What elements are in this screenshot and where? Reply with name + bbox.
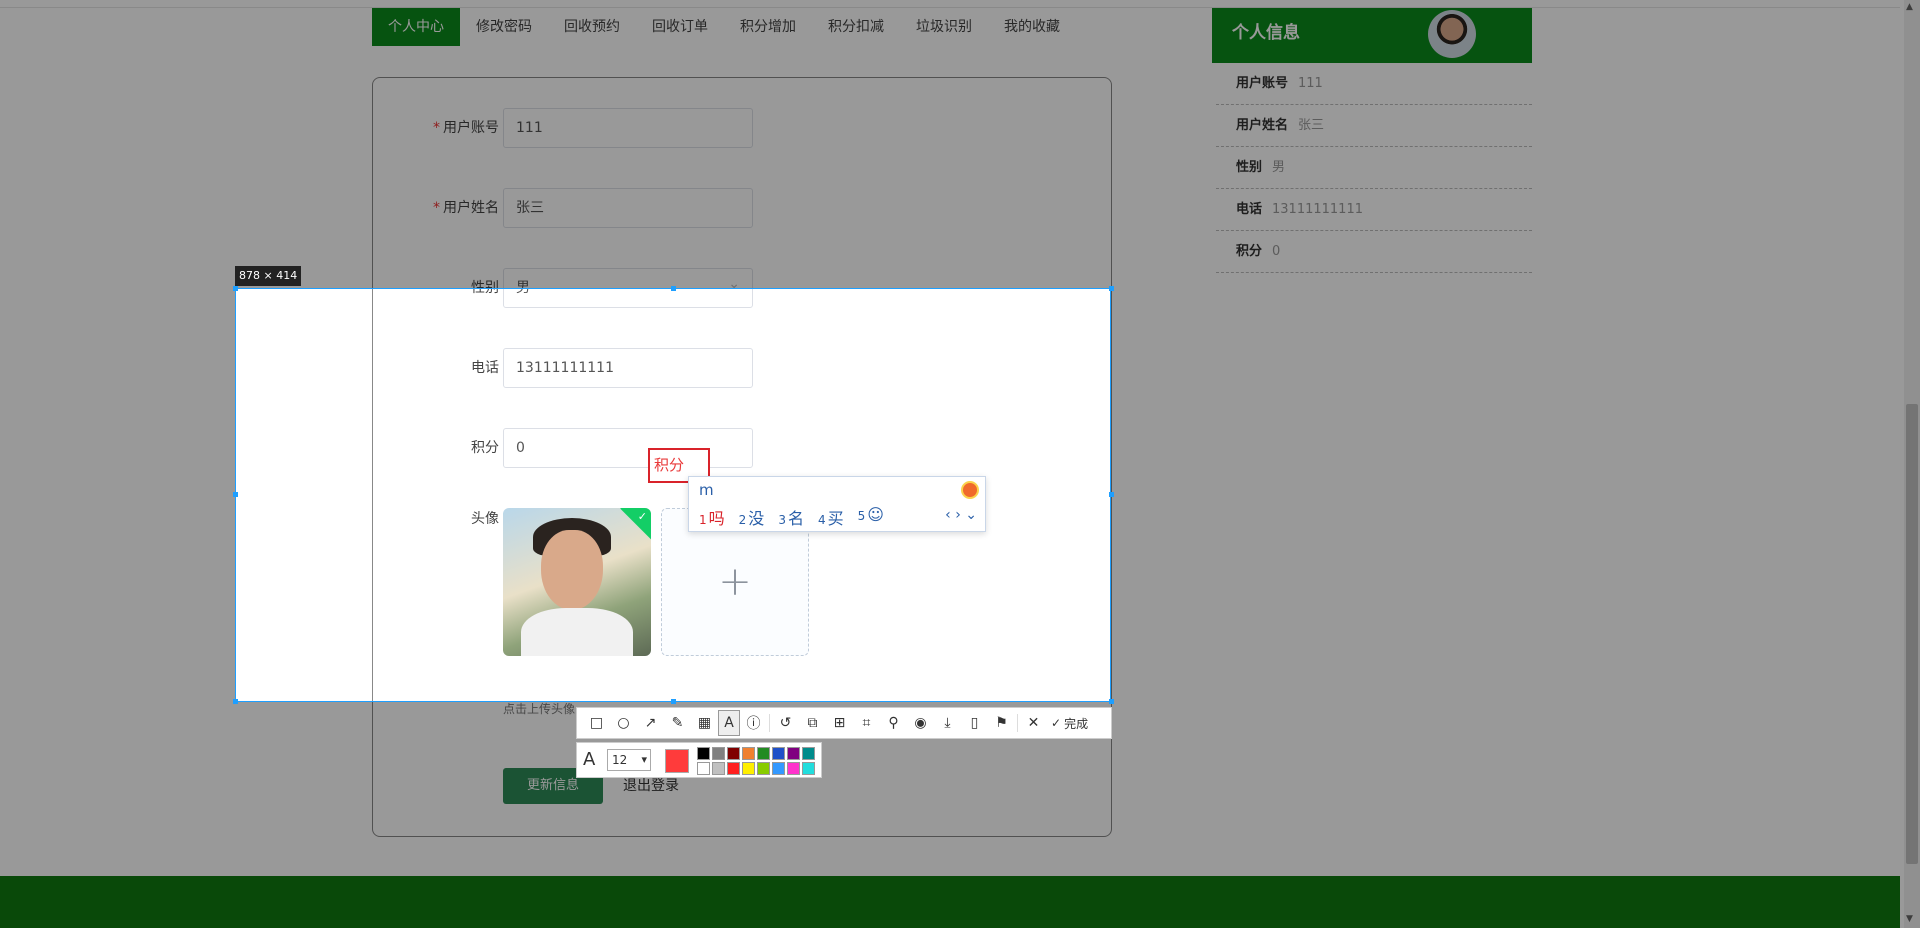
- nav-personal-center[interactable]: 个人中心: [372, 8, 460, 46]
- check-icon: ✓: [1051, 716, 1062, 730]
- color-palette: [697, 747, 815, 775]
- color-swatch[interactable]: [772, 747, 785, 760]
- nav-my-favorites[interactable]: 我的收藏: [988, 8, 1076, 46]
- ocr-tool-icon[interactable]: ⧉: [799, 710, 826, 736]
- nav-recycle-appointment[interactable]: 回收预约: [548, 8, 636, 46]
- pen-tool-icon[interactable]: ✎: [664, 710, 691, 736]
- color-swatch[interactable]: [772, 762, 785, 775]
- personal-info-panel: 个人信息 用户账号 111 用户姓名 张三 性别男 电话 13111111111 积分…: [1212, 8, 1532, 273]
- translate-tool-icon[interactable]: ⊞: [826, 710, 853, 736]
- ime-logo-icon[interactable]: [961, 481, 979, 499]
- nav-points-deduct[interactable]: 积分扣减: [812, 8, 900, 46]
- selection-size-label: 878 × 414: [235, 266, 302, 286]
- color-swatch[interactable]: [742, 747, 755, 760]
- ime-composition: m: [699, 481, 714, 499]
- name-input[interactable]: 张三: [503, 188, 753, 228]
- color-swatch[interactable]: [787, 747, 800, 760]
- account-row: * 用户账号 111: [373, 108, 1113, 148]
- color-swatch[interactable]: [802, 747, 815, 760]
- resize-handle-n[interactable]: [671, 286, 676, 291]
- scroll-down-icon[interactable]: ▼: [1906, 914, 1913, 924]
- ime-candidate[interactable]: 4买: [818, 505, 844, 529]
- resize-handle-e[interactable]: [1109, 492, 1114, 497]
- top-border: [0, 0, 1900, 8]
- scroll-up-icon[interactable]: ▲: [1906, 2, 1913, 12]
- scan-tool-icon[interactable]: ⌗: [853, 710, 880, 736]
- name-label: * 用户姓名: [433, 200, 499, 216]
- nav-change-password[interactable]: 修改密码: [460, 8, 548, 46]
- pin-icon[interactable]: ⚲: [880, 710, 907, 736]
- ime-candidate-window: m 1吗 2没 3名 4买 5 ☺ ‹ › ⌄: [688, 476, 986, 532]
- resize-handle-w[interactable]: [233, 492, 238, 497]
- serial-number-tool-icon[interactable]: ⓘ: [740, 710, 767, 736]
- ime-candidates: 1吗 2没 3名 4买 5 ☺: [699, 505, 884, 529]
- color-swatch[interactable]: [727, 747, 740, 760]
- undo-icon[interactable]: ↺: [772, 710, 799, 736]
- color-swatch[interactable]: [712, 762, 725, 775]
- arrow-tool-icon[interactable]: ↗: [637, 710, 664, 736]
- close-icon[interactable]: ✕: [1020, 710, 1047, 736]
- scrollbar-thumb[interactable]: [1906, 404, 1918, 864]
- color-swatch[interactable]: [712, 747, 725, 760]
- font-icon: A: [583, 749, 596, 770]
- color-swatch[interactable]: [727, 762, 740, 775]
- info-row-account: 用户账号 111: [1216, 63, 1532, 105]
- upload-hint: 点击上传头像: [503, 702, 576, 716]
- mosaic-tool-icon[interactable]: ▦: [691, 710, 718, 736]
- info-row-phone: 电话 13111111111: [1216, 189, 1532, 231]
- info-row-points: 积分 0: [1216, 231, 1532, 273]
- nav-points-add[interactable]: 积分增加: [724, 8, 812, 46]
- color-swatch[interactable]: [802, 762, 815, 775]
- page-footer: [0, 876, 1900, 928]
- toolbar-divider: [769, 714, 770, 732]
- download-icon[interactable]: ⤓: [934, 710, 961, 736]
- color-swatch[interactable]: [697, 747, 710, 760]
- ime-page-nav[interactable]: ‹ › ⌄: [945, 507, 977, 523]
- info-panel-header: 个人信息: [1212, 8, 1532, 63]
- resize-handle-ne[interactable]: [1109, 286, 1114, 291]
- text-tool-icon[interactable]: A: [718, 710, 740, 736]
- user-center-nav: 个人中心 修改密码 回收预约 回收订单 积分增加 积分扣减 垃圾识别 我的收藏: [372, 8, 1076, 46]
- info-row-name: 用户姓名 张三: [1216, 105, 1532, 147]
- capture-toolbar: □ ○ ↗ ✎ ▦ A ⓘ ↺ ⧉ ⊞ ⌗ ⚲ ◉ ⤓ ▯ ⚑ ✕ ✓ 完成: [576, 707, 1112, 739]
- color-swatch[interactable]: [697, 762, 710, 775]
- color-swatch[interactable]: [742, 762, 755, 775]
- ime-candidate[interactable]: 3名: [778, 505, 804, 529]
- ime-candidate[interactable]: 1吗: [699, 505, 725, 529]
- account-input[interactable]: 111: [503, 108, 753, 148]
- rectangle-tool-icon[interactable]: □: [583, 710, 610, 736]
- toolbar-divider: [1017, 714, 1018, 732]
- info-panel-title: 个人信息: [1232, 23, 1300, 43]
- resize-handle-se[interactable]: [1109, 699, 1114, 704]
- avatar: [1428, 10, 1476, 58]
- color-swatch[interactable]: [787, 762, 800, 775]
- emoji-icon: ☺: [867, 505, 884, 524]
- done-button[interactable]: ✓ 完成: [1051, 715, 1088, 732]
- phone-icon[interactable]: ▯: [961, 710, 988, 736]
- color-swatch[interactable]: [757, 747, 770, 760]
- resize-handle-sw[interactable]: [233, 699, 238, 704]
- bookmark-icon[interactable]: ⚑: [988, 710, 1015, 736]
- nav-recycle-orders[interactable]: 回收订单: [636, 8, 724, 46]
- account-label: * 用户账号: [433, 120, 499, 136]
- nav-garbage-recognition[interactable]: 垃圾识别: [900, 8, 988, 46]
- name-row: * 用户姓名 张三: [373, 188, 1113, 228]
- font-size-select[interactable]: 12: [607, 749, 651, 771]
- ime-candidate-emoji[interactable]: 5 ☺: [858, 505, 884, 529]
- color-swatch[interactable]: [757, 762, 770, 775]
- record-icon[interactable]: ◉: [907, 710, 934, 736]
- resize-handle-nw[interactable]: [233, 286, 238, 291]
- ime-candidate[interactable]: 2没: [739, 505, 765, 529]
- resize-handle-s[interactable]: [671, 699, 676, 704]
- text-style-toolbar: A 12: [576, 742, 822, 778]
- info-row-gender: 性别男: [1216, 147, 1532, 189]
- current-color-swatch[interactable]: [665, 749, 689, 773]
- ellipse-tool-icon[interactable]: ○: [610, 710, 637, 736]
